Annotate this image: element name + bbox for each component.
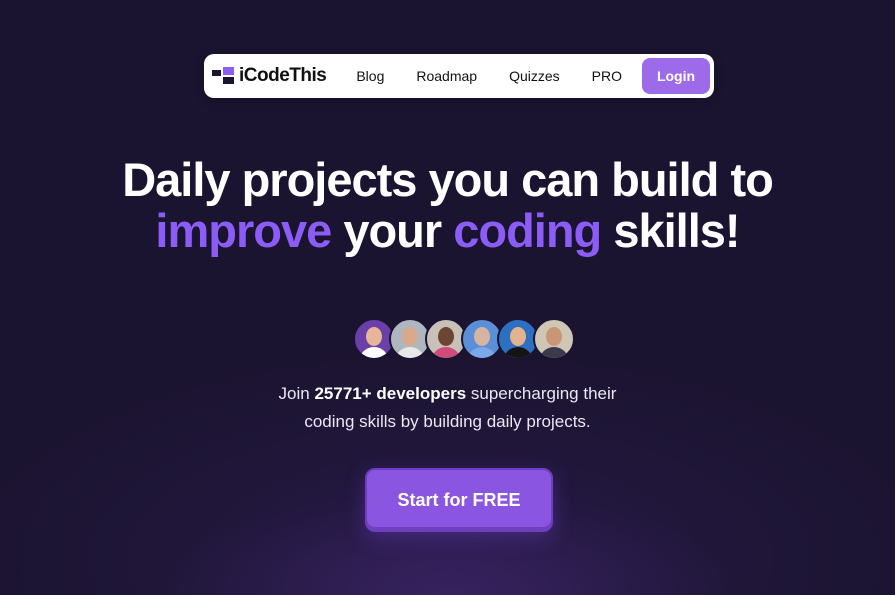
start-free-button[interactable]: Start for FREE bbox=[365, 468, 553, 532]
headline-word-coding: coding bbox=[453, 204, 602, 257]
login-button[interactable]: Login bbox=[642, 58, 710, 94]
nav-link-roadmap[interactable]: Roadmap bbox=[400, 68, 493, 84]
developer-avatars bbox=[353, 318, 575, 360]
join-prefix: Join bbox=[278, 384, 315, 403]
logo[interactable]: iCodeThis bbox=[212, 65, 327, 87]
join-suffix: supercharging their bbox=[466, 384, 617, 403]
avatar bbox=[533, 318, 575, 360]
nav-link-quizzes[interactable]: Quizzes bbox=[493, 68, 576, 84]
nav-link-blog[interactable]: Blog bbox=[340, 68, 400, 84]
headline-word-your: your bbox=[343, 204, 442, 257]
nav-links: Blog Roadmap Quizzes PRO bbox=[340, 68, 638, 84]
logo-icon bbox=[212, 67, 234, 85]
nav-link-pro[interactable]: PRO bbox=[576, 68, 638, 84]
logo-text: iCodeThis bbox=[239, 65, 327, 86]
join-text: Join 25771+ developers supercharging the… bbox=[0, 380, 895, 436]
hero-headline: Daily projects you can build to improve … bbox=[0, 154, 895, 256]
headline-word-improve: improve bbox=[155, 204, 332, 257]
top-navbar: iCodeThis Blog Roadmap Quizzes PRO Login bbox=[204, 54, 714, 98]
developer-count: 25771+ developers bbox=[314, 384, 467, 403]
landing-page: iCodeThis Blog Roadmap Quizzes PRO Login… bbox=[0, 0, 895, 595]
join-line-2: coding skills by building daily projects… bbox=[304, 412, 591, 431]
headline-line-1: Daily projects you can build to bbox=[122, 153, 774, 206]
headline-word-skills: skills! bbox=[613, 204, 740, 257]
